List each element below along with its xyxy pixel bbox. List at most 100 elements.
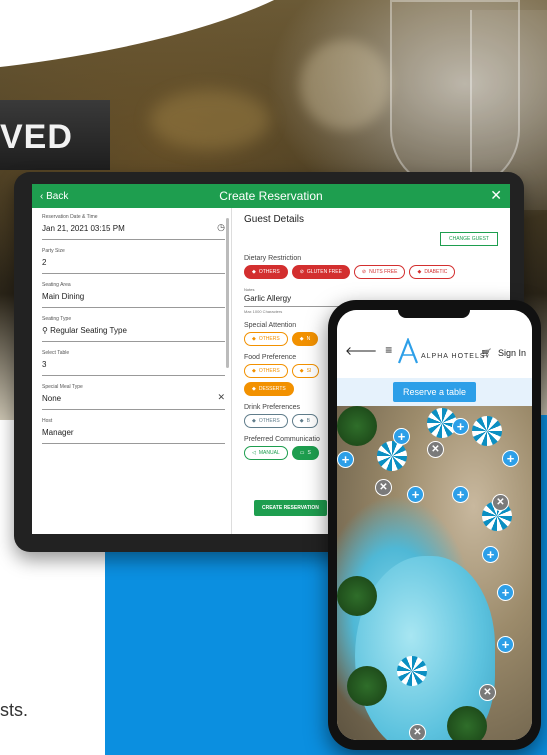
- chip-partial[interactable]: ▭ S: [291, 446, 319, 460]
- tag-icon: ◆: [299, 368, 304, 374]
- host-value: Manager: [42, 428, 74, 437]
- chip-label: S: [307, 450, 311, 456]
- reserve-table-button[interactable]: Reserve a table: [392, 382, 477, 402]
- chip-others[interactable]: ◆ OTHERS: [244, 414, 288, 428]
- alpha-hotels-logo[interactable]: ALPHA HOTELS: [397, 338, 486, 364]
- chip-others[interactable]: ◆ OTHERS: [244, 364, 288, 378]
- chip-partial[interactable]: ◆ SI: [291, 364, 320, 378]
- special-meal-select[interactable]: None ✕: [42, 392, 225, 410]
- chip-nuts-free[interactable]: ⊘ NUTS FREE: [353, 265, 406, 279]
- field-label: Seating Type: [42, 316, 72, 322]
- back-button[interactable]: ‹ Back: [40, 191, 68, 202]
- sign-in-link[interactable]: Sign In: [498, 348, 526, 358]
- tag-icon: ◆: [252, 336, 256, 342]
- reserved-sign-text: VED: [0, 118, 73, 156]
- tag-icon: ◆: [252, 368, 256, 374]
- caption-fragment: sts.: [0, 700, 29, 720]
- cart-icon[interactable]: 🛒︎: [481, 348, 492, 359]
- table-taken-pin[interactable]: ✕: [492, 494, 509, 511]
- datetime-input[interactable]: Jan 21, 2021 03:15 PM ◷: [42, 222, 225, 240]
- chip-partial[interactable]: ◆ N: [291, 332, 319, 346]
- chip-label: OTHERS: [258, 336, 280, 342]
- table-taken-pin[interactable]: ✕: [427, 441, 444, 458]
- datetime-value: Jan 21, 2021 03:15 PM: [42, 224, 125, 233]
- pool-seating-map: + ✕ + + + ✕ + + ✕ + + + ✕ ✕: [337, 406, 532, 740]
- chip-label: OTHERS: [258, 418, 280, 424]
- table-value: 3: [42, 360, 47, 369]
- notes-max-chars: Max 1000 Characters: [244, 309, 283, 314]
- reserve-bar: Reserve a table: [337, 378, 532, 406]
- create-reservation-button[interactable]: CREATE RESERVATION: [254, 500, 327, 516]
- logo-mark-icon: [397, 338, 419, 364]
- phone-device: 🡐 ≡ ALPHA HOTELS 🛒︎ Sign In Reserve a ta…: [328, 300, 541, 750]
- seating-area-select[interactable]: Main Dining: [42, 292, 225, 308]
- guest-details-title: Guest Details: [244, 214, 305, 225]
- table-available-pin[interactable]: +: [452, 418, 469, 435]
- table-available-pin[interactable]: +: [452, 486, 469, 503]
- umbrella: [397, 656, 427, 686]
- reservation-form: Reservation Date & Time Jan 21, 2021 03:…: [32, 208, 232, 534]
- chip-label: B: [306, 418, 310, 424]
- field-seating-type: Seating Type ⚲ Regular Seating Type: [42, 316, 225, 342]
- chip-label: N: [306, 336, 311, 342]
- chip-partial[interactable]: ◆ B: [291, 414, 318, 428]
- table-taken-pin[interactable]: ✕: [375, 479, 392, 496]
- change-guest-button[interactable]: CHANGE GUEST: [439, 232, 498, 246]
- chip-manual[interactable]: ◁ MANUAL: [244, 446, 288, 460]
- hamburger-menu-icon[interactable]: ≡: [385, 343, 392, 357]
- seating-type-value: Regular Seating Type: [50, 326, 127, 335]
- chip-others[interactable]: ◆ OTHERS: [244, 332, 288, 346]
- table-taken-pin[interactable]: ✕: [409, 724, 426, 740]
- palm-tree: [337, 406, 377, 446]
- phone-header: 🡐 ≡ ALPHA HOTELS 🛒︎ Sign In: [337, 310, 532, 378]
- table-available-pin[interactable]: +: [337, 451, 354, 468]
- pin-icon: ⚲: [42, 326, 48, 335]
- chip-others[interactable]: ◆ OTHERS: [244, 265, 288, 279]
- back-label: Back: [46, 190, 69, 202]
- table-available-pin[interactable]: +: [393, 428, 410, 445]
- close-icon[interactable]: ✕: [490, 188, 502, 202]
- megaphone-icon: ◁: [252, 450, 256, 456]
- field-select-table: Select Table 3: [42, 350, 225, 376]
- no-icon: ⊘: [299, 269, 304, 275]
- table-available-pin[interactable]: +: [497, 636, 514, 653]
- chat-icon: ▭: [299, 450, 305, 456]
- clear-icon[interactable]: ✕: [217, 392, 225, 403]
- umbrella: [472, 416, 502, 446]
- chip-label: OTHERS: [258, 269, 280, 275]
- table-available-pin[interactable]: +: [407, 486, 424, 503]
- chip-gluten-free[interactable]: ⊘ GLUTEN FREE: [291, 265, 350, 279]
- table-taken-pin[interactable]: ✕: [479, 684, 496, 701]
- chip-label: MANUAL: [258, 450, 280, 456]
- tag-icon: ◆: [299, 336, 304, 342]
- clock-icon[interactable]: ◷: [217, 222, 225, 233]
- chip-diabetic[interactable]: ◆ DIABETIC: [409, 265, 456, 279]
- field-label: Special Meal Type: [42, 384, 83, 390]
- palm-tree: [447, 706, 487, 740]
- seating-area-value: Main Dining: [42, 292, 85, 301]
- chip-desserts[interactable]: ◆ DESSERTS: [244, 382, 294, 396]
- bokeh-light: [300, 40, 390, 130]
- chip-label: OTHERS: [258, 368, 280, 374]
- back-arrow-icon[interactable]: 🡐: [345, 343, 377, 358]
- tag-icon: ◆: [252, 269, 256, 275]
- table-available-pin[interactable]: +: [497, 584, 514, 601]
- table-select[interactable]: 3: [42, 360, 225, 376]
- tag-icon: ◆: [417, 269, 422, 275]
- table-available-pin[interactable]: +: [482, 546, 499, 563]
- field-special-meal: Special Meal Type None ✕: [42, 384, 225, 410]
- field-label: Host: [42, 418, 53, 424]
- form-scrollbar[interactable]: [226, 218, 229, 368]
- bokeh-light: [150, 90, 270, 150]
- field-party-size: Party Size 2: [42, 248, 225, 274]
- seating-type-select[interactable]: ⚲ Regular Seating Type: [42, 326, 225, 342]
- palm-tree: [337, 576, 377, 616]
- field-datetime: Reservation Date & Time Jan 21, 2021 03:…: [42, 214, 225, 240]
- party-size-input[interactable]: 2: [42, 258, 225, 274]
- field-host: Host Manager: [42, 418, 225, 444]
- party-size-value: 2: [42, 258, 47, 267]
- chip-label: GLUTEN FREE: [306, 269, 342, 275]
- page-title: Create Reservation: [219, 189, 323, 203]
- table-available-pin[interactable]: +: [502, 450, 519, 467]
- host-select[interactable]: Manager: [42, 428, 225, 444]
